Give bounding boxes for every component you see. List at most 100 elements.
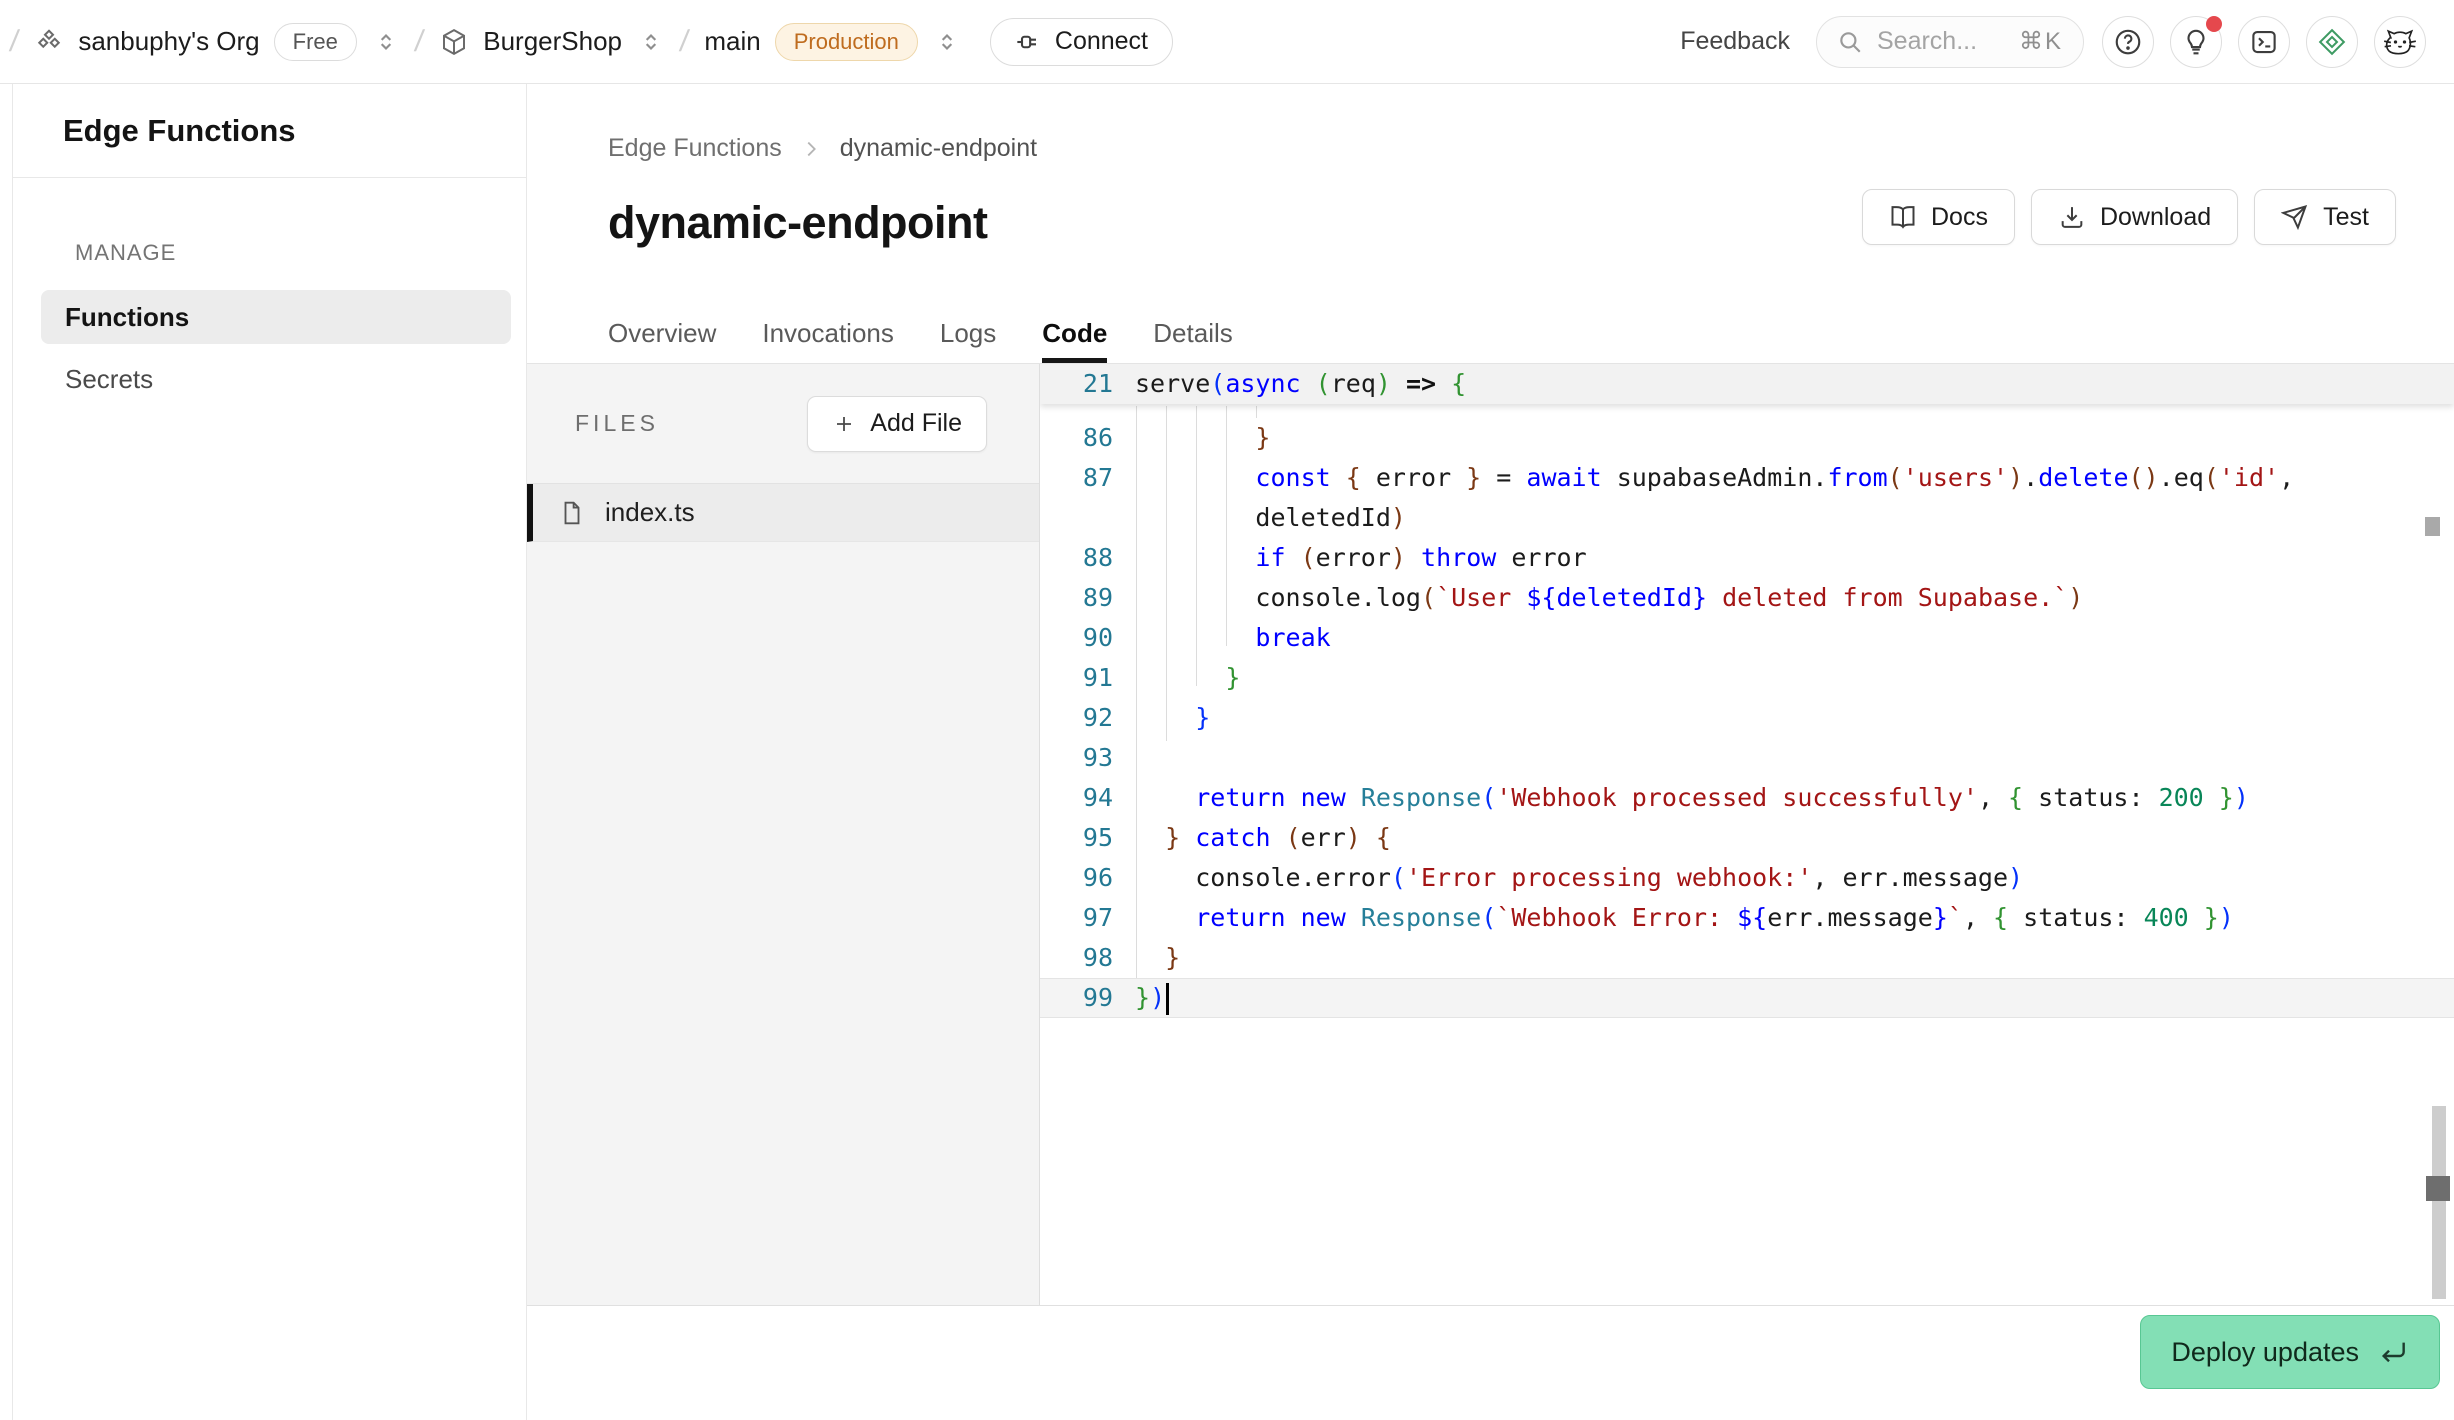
project-name[interactable]: BurgerShop (483, 26, 622, 57)
sidebar-item-functions[interactable]: Functions (41, 290, 511, 344)
deploy-updates-button[interactable]: Deploy updates (2140, 1315, 2440, 1389)
test-label: Test (2323, 203, 2369, 232)
help-button[interactable] (2102, 16, 2154, 68)
breadcrumb-slash: / (413, 25, 426, 59)
changelog-button[interactable] (2306, 16, 2358, 68)
avatar[interactable] (2374, 16, 2426, 68)
sidebar-item-secrets[interactable]: Secrets (41, 352, 511, 406)
line-number: 21 (1040, 364, 1113, 404)
code-line-95[interactable]: 95 } catch (err) { (1040, 818, 2454, 858)
sidebar-title: Edge Functions (13, 84, 526, 178)
code-line-wrap[interactable]: deletedId) (1040, 498, 2454, 538)
search-shortcut: ⌘K (2019, 27, 2063, 56)
org-name[interactable]: sanbuphy's Org (78, 26, 259, 57)
org-selector-chevrons-icon[interactable] (373, 27, 399, 57)
code-line-96[interactable]: 96 console.error('Error processing webho… (1040, 858, 2454, 898)
code-line-21[interactable]: 21serve(async (req) => { (1040, 364, 1466, 404)
search-icon (1837, 29, 1863, 55)
code-text: console.error('Error processing webhook:… (1135, 858, 2454, 898)
search-input[interactable]: Search... ⌘K (1816, 16, 2084, 68)
docs-button[interactable]: Docs (1862, 189, 2015, 245)
code-text: } (1135, 698, 2454, 738)
file-item-index.ts[interactable]: index.ts (527, 484, 1039, 542)
line-number: 88 (1040, 538, 1113, 578)
code-line-98[interactable]: 98 } (1040, 938, 2454, 978)
code-text: return new Response(`Webhook Error: ${er… (1135, 898, 2454, 938)
code-text: } (1135, 938, 2454, 978)
sidebar-items: Functions Secrets (13, 290, 526, 414)
search-placeholder: Search... (1877, 27, 2005, 56)
project-switcher[interactable]: BurgerShop (439, 26, 622, 57)
docs-label: Docs (1931, 203, 1988, 232)
tab-overview[interactable]: Overview (608, 318, 716, 363)
text-cursor (1166, 983, 1169, 1015)
line-number: 92 (1040, 698, 1113, 738)
code-text: console.log(`User ${deletedId} deleted f… (1135, 578, 2454, 618)
code-line-99[interactable]: 99}) (1040, 978, 2454, 1018)
line-number: 94 (1040, 778, 1113, 818)
tab-details[interactable]: Details (1153, 318, 1232, 363)
code-line-86[interactable]: 86 } (1040, 418, 2454, 458)
code-text: } catch (err) { (1135, 818, 2454, 858)
app-window: / sanbuphy's Org Free / BurgerShop (0, 0, 2454, 1420)
code-text: } (1135, 658, 2454, 698)
code-line-92[interactable]: 92 } (1040, 698, 2454, 738)
code-text: return new Response('Webhook processed s… (1135, 778, 2454, 818)
download-label: Download (2100, 203, 2211, 232)
download-button[interactable]: Download (2031, 189, 2238, 245)
code-line-94[interactable]: 94 return new Response('Webhook processe… (1040, 778, 2454, 818)
file-list: index.ts (527, 484, 1039, 542)
code-text: break (1135, 618, 2454, 658)
page-header: Edge Functions dynamic-endpoint dynamic-… (527, 84, 2454, 363)
code-text: deletedId) (1135, 498, 2454, 538)
code-line-93[interactable]: 93 (1040, 738, 2454, 778)
file-icon (559, 499, 585, 527)
code-line-90[interactable]: 90 break (1040, 618, 2454, 658)
environment-badge: Production (775, 23, 918, 61)
line-number: 90 (1040, 618, 1113, 658)
tab-logs[interactable]: Logs (940, 318, 996, 363)
line-number: 96 (1040, 858, 1113, 898)
test-button[interactable]: Test (2254, 189, 2396, 245)
avatar (2380, 22, 2420, 62)
code-text (1135, 738, 2454, 778)
code-line-89[interactable]: 89 console.log(`User ${deletedId} delete… (1040, 578, 2454, 618)
org-switcher[interactable]: sanbuphy's Org Free (34, 23, 357, 61)
navbar-icon-buttons (2102, 16, 2426, 68)
tab-invocations[interactable]: Invocations (762, 318, 894, 363)
branch-selector-chevrons-icon[interactable] (934, 27, 960, 57)
top-navbar: / sanbuphy's Org Free / BurgerShop (0, 0, 2454, 84)
breadcrumb-parent[interactable]: Edge Functions (608, 134, 782, 163)
breadcrumb-current: dynamic-endpoint (840, 134, 1037, 163)
code-editor[interactable]: 21serve(async (req) => { 86 }87 const { … (1040, 364, 2454, 1305)
editor-scrollbar[interactable] (2432, 1106, 2446, 1299)
line-number (1040, 498, 1113, 538)
sidebar-section-label: MANAGE (75, 240, 526, 266)
code-text: const { error } = await supabaseAdmin.fr… (1135, 458, 2454, 498)
project-selector-chevrons-icon[interactable] (638, 27, 664, 57)
shell: Edge Functions MANAGE Functions Secrets E… (0, 84, 2454, 1420)
notifications-button[interactable] (2170, 16, 2222, 68)
tab-bar: Overview Invocations Logs Code Details (608, 318, 1233, 363)
code-line-91[interactable]: 91 } (1040, 658, 2454, 698)
add-file-button[interactable]: Add File (807, 396, 987, 452)
indent-guide (1256, 406, 1257, 418)
enter-icon (2377, 1336, 2409, 1368)
feedback-link[interactable]: Feedback (1680, 27, 1790, 56)
branch-name[interactable]: main (704, 26, 760, 57)
tab-code[interactable]: Code (1042, 318, 1107, 363)
code-line-88[interactable]: 88 if (error) throw error (1040, 538, 2454, 578)
line-number: 91 (1040, 658, 1113, 698)
sidebar: Edge Functions MANAGE Functions Secrets (12, 84, 527, 1420)
line-number: 93 (1040, 738, 1113, 778)
add-file-label: Add File (870, 409, 962, 438)
notification-dot (2206, 16, 2222, 32)
org-boxes-icon (34, 27, 64, 57)
code-line-97[interactable]: 97 return new Response(`Webhook Error: $… (1040, 898, 2454, 938)
branch-switcher[interactable]: main Production (704, 23, 918, 61)
connect-button[interactable]: Connect (990, 18, 1173, 66)
code-line-87[interactable]: 87 const { error } = await supabaseAdmin… (1040, 458, 2454, 498)
terminal-button[interactable] (2238, 16, 2290, 68)
main-area: Edge Functions dynamic-endpoint dynamic-… (527, 84, 2454, 1420)
chevron-right-icon (800, 138, 822, 160)
